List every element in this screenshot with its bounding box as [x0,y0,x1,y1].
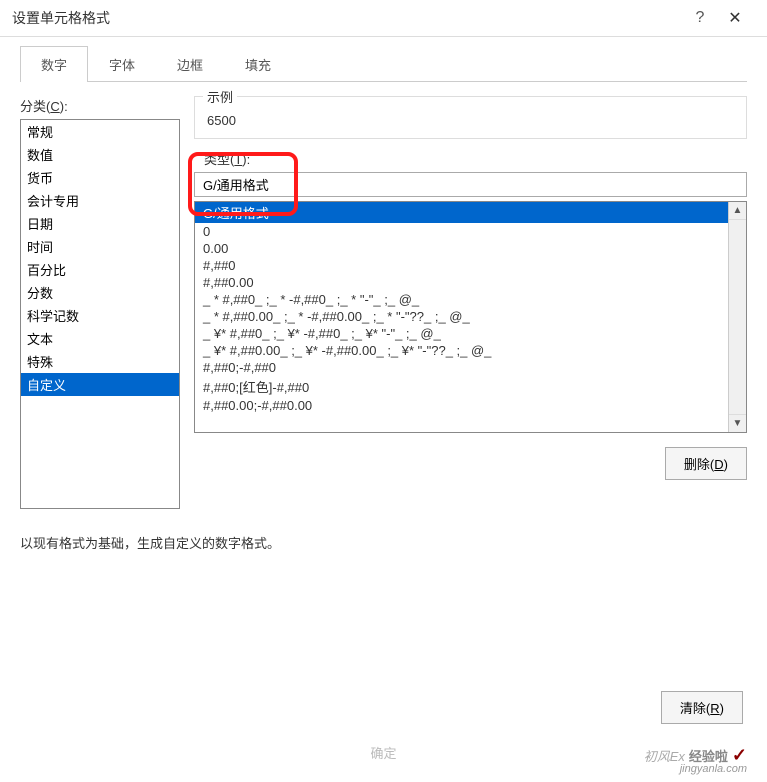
category-item[interactable]: 文本 [21,327,179,350]
hint-text: 以现有格式为基础，生成自定义的数字格式。 [20,533,747,552]
category-item[interactable]: 数值 [21,143,179,166]
delete-button[interactable]: 删除(D) [665,447,747,480]
ok-hint: 确定 [370,743,396,762]
format-item[interactable]: _ ¥* #,##0_ ;_ ¥* -#,##0_ ;_ ¥* "-"_ ;_ … [195,325,728,342]
dialog-title: 设置单元格格式 [12,8,685,28]
sample-box: 示例 6500 [194,96,747,139]
watermark-site: jingyanla.com [680,763,747,775]
category-item[interactable]: 货币 [21,166,179,189]
format-item[interactable]: _ * #,##0_ ;_ * -#,##0_ ;_ * "-"_ ;_ @_ [195,291,728,308]
content-area: 数字 字体 边框 填充 分类(C): 常规 数值 货币 会计专用 日期 时间 百… [0,45,767,572]
category-item-custom[interactable]: 自定义 [21,373,179,396]
format-item[interactable]: #,##0 [195,257,728,274]
main-panel: 分类(C): 常规 数值 货币 会计专用 日期 时间 百分比 分数 科学记数 文… [20,96,747,509]
category-item[interactable]: 常规 [21,120,179,143]
tabs: 数字 字体 边框 填充 [20,45,747,82]
type-input[interactable] [194,172,747,197]
help-button[interactable]: ? [685,9,715,27]
format-item[interactable]: G/通用格式 [195,202,728,223]
type-label: 类型(T): [204,149,747,168]
format-item[interactable]: 0.00 [195,240,728,257]
category-item[interactable]: 日期 [21,212,179,235]
titlebar: 设置单元格格式 ? ✕ [0,0,767,37]
scroll-down-icon[interactable]: ▼ [729,414,746,432]
tab-fill[interactable]: 填充 [224,46,292,82]
category-item[interactable]: 分数 [21,281,179,304]
left-panel: 分类(C): 常规 数值 货币 会计专用 日期 时间 百分比 分数 科学记数 文… [20,96,180,509]
format-item[interactable]: #,##0;[红色]-#,##0 [195,376,728,397]
delete-row: 删除(D) [194,447,747,480]
category-item[interactable]: 特殊 [21,350,179,373]
sample-label: 示例 [203,87,237,106]
clear-button[interactable]: 清除(R) [661,691,743,724]
format-list[interactable]: G/通用格式 0 0.00 #,##0 #,##0.00 _ * #,##0_ … [195,202,728,432]
sample-value: 6500 [195,97,746,138]
tab-font[interactable]: 字体 [88,46,156,82]
format-list-container: G/通用格式 0 0.00 #,##0 #,##0.00 _ * #,##0_ … [194,201,747,433]
category-item[interactable]: 会计专用 [21,189,179,212]
format-item[interactable]: #,##0.00;-#,##0.00 [195,397,728,414]
format-item[interactable]: #,##0.00 [195,274,728,291]
scrollbar[interactable]: ▲ ▼ [728,202,746,432]
bottom-buttons: 清除(R) [661,691,743,724]
format-item[interactable]: _ * #,##0.00_ ;_ * -#,##0.00_ ;_ * "-"??… [195,308,728,325]
category-list[interactable]: 常规 数值 货币 会计专用 日期 时间 百分比 分数 科学记数 文本 特殊 自定… [20,119,180,509]
category-item[interactable]: 百分比 [21,258,179,281]
scroll-up-icon[interactable]: ▲ [729,202,746,220]
category-item[interactable]: 科学记数 [21,304,179,327]
watermark: 初风Ex 经验啦 ✓ jingyanla.com [644,745,747,766]
right-panel: 示例 6500 类型(T): G/通用格式 0 0.00 #,##0 #,##0… [194,96,747,509]
format-item[interactable]: 0 [195,223,728,240]
tab-number[interactable]: 数字 [20,46,88,82]
close-button[interactable]: ✕ [715,8,755,28]
tab-border[interactable]: 边框 [156,46,224,82]
watermark-text1: 初风Ex [644,746,685,765]
category-label: 分类(C): [20,96,180,115]
format-item[interactable]: _ ¥* #,##0.00_ ;_ ¥* -#,##0.00_ ;_ ¥* "-… [195,342,728,359]
format-item[interactable]: #,##0;-#,##0 [195,359,728,376]
category-item[interactable]: 时间 [21,235,179,258]
